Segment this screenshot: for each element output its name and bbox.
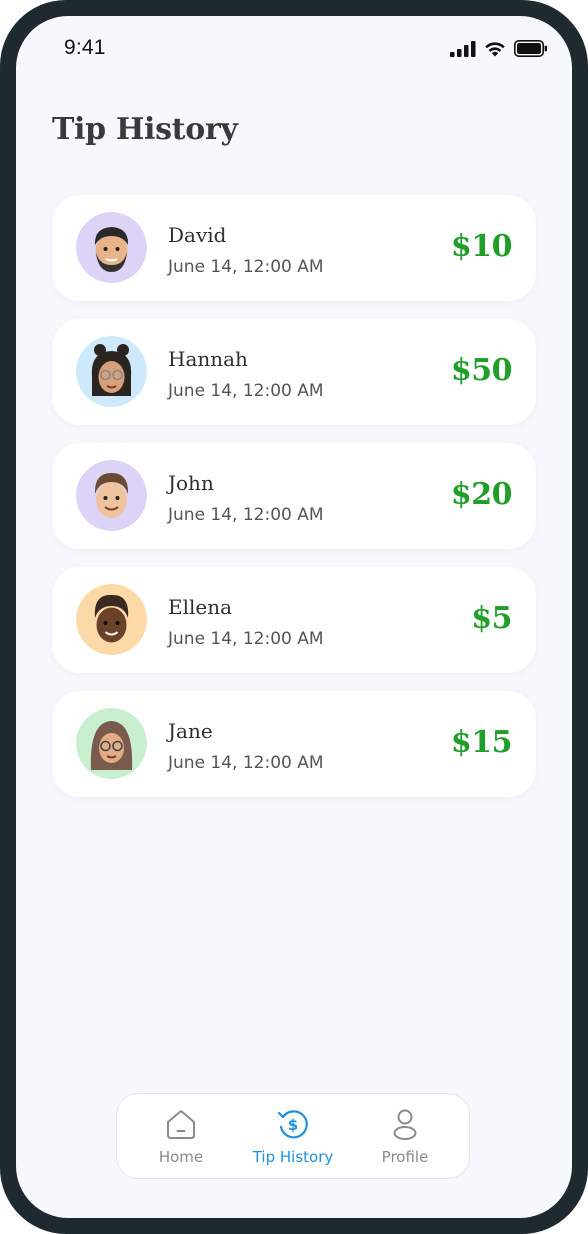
tip-name: Hannah [168,347,248,371]
phone-frame: 9:41 Tip History David June 14, 12:00 AM… [0,0,588,1234]
battery-icon [514,40,548,62]
tip-name: Ellena [168,595,233,619]
tip-amount: $15 [450,725,513,760]
svg-text:$: $ [288,1116,298,1134]
tip-name: John [168,471,214,495]
page-title: Tip History [52,112,238,147]
avatar-david [76,212,147,283]
tab-profile[interactable]: Profile [350,1106,460,1166]
tip-card-ellena[interactable]: Ellena June 14, 12:00 AM $5 [52,567,536,673]
tip-card-david[interactable]: David June 14, 12:00 AM $10 [52,195,536,301]
tip-date: June 14, 12:00 AM [168,505,324,525]
tip-name: David [168,223,227,247]
tab-label: Home [158,1148,204,1166]
avatar-jane [76,708,147,779]
wifi-icon [484,41,506,62]
dollar-history-icon: $ [275,1106,311,1142]
tab-home[interactable]: Home [126,1106,236,1166]
tip-amount: $20 [450,477,513,512]
home-icon [164,1106,198,1142]
tip-date: June 14, 12:00 AM [168,257,324,277]
tip-amount: $5 [471,601,512,636]
tip-list: David June 14, 12:00 AM $10 Hannah June … [52,195,536,815]
user-icon [388,1106,422,1142]
tip-date: June 14, 12:00 AM [168,753,324,773]
tip-amount: $50 [450,353,513,388]
bottom-tab-bar: Home $ Tip History Profile [116,1093,470,1179]
status-icons [450,40,548,62]
avatar-ellena [76,584,147,655]
avatar-john [76,460,147,531]
tab-tip-history[interactable]: $ Tip History [238,1106,348,1166]
tip-card-hannah[interactable]: Hannah June 14, 12:00 AM $50 [52,319,536,425]
tip-card-john[interactable]: John June 14, 12:00 AM $20 [52,443,536,549]
cellular-signal-icon [450,40,476,62]
tip-card-jane[interactable]: Jane June 14, 12:00 AM $15 [52,691,536,797]
tip-amount: $10 [450,229,513,264]
avatar-hannah [76,336,147,407]
status-time: 9:41 [64,36,106,59]
tip-date: June 14, 12:00 AM [168,629,324,649]
app-screen: 9:41 Tip History David June 14, 12:00 AM… [16,16,572,1218]
tab-label: Tip History [252,1148,334,1166]
tip-date: June 14, 12:00 AM [168,381,324,401]
tip-name: Jane [168,719,213,743]
tab-label: Profile [381,1148,429,1166]
